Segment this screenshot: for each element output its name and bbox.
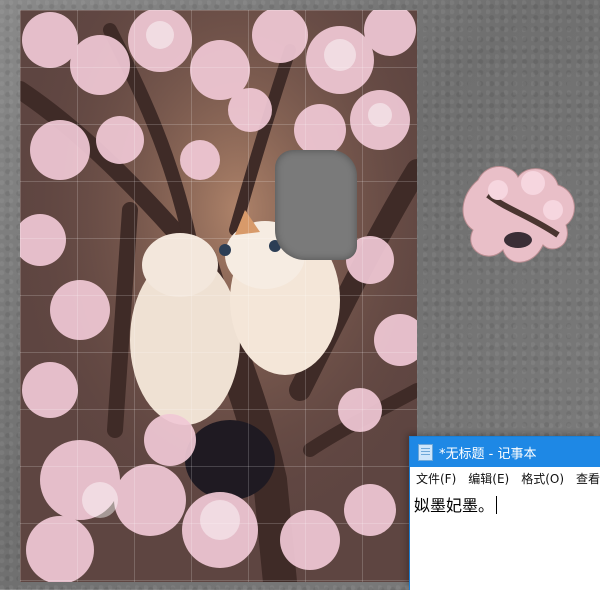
window-title: *无标题 - 记事本 [439, 446, 537, 462]
notepad-icon [418, 443, 433, 461]
menu-file[interactable]: 文件(F) [410, 470, 462, 487]
editor-content: 姒墨妃墨。 [414, 496, 495, 515]
puzzle-image [20, 10, 417, 582]
notepad-titlebar[interactable]: *无标题 - 记事本 [410, 437, 600, 467]
text-editor[interactable]: 姒墨妃墨。 [410, 489, 600, 519]
menu-view[interactable]: 查看 [570, 470, 600, 487]
puzzle-board[interactable] [20, 10, 417, 582]
empty-piece-slot[interactable] [275, 150, 357, 260]
loose-puzzle-piece[interactable] [458, 155, 582, 273]
text-caret [496, 496, 498, 514]
menu-format[interactable]: 格式(O) [515, 470, 570, 487]
notepad-window[interactable]: *无标题 - 记事本 文件(F) 编辑(E) 格式(O) 查看 姒墨妃墨。 [409, 436, 600, 590]
menu-edit[interactable]: 编辑(E) [462, 470, 515, 487]
menu-bar: 文件(F) 编辑(E) 格式(O) 查看 [410, 467, 600, 489]
